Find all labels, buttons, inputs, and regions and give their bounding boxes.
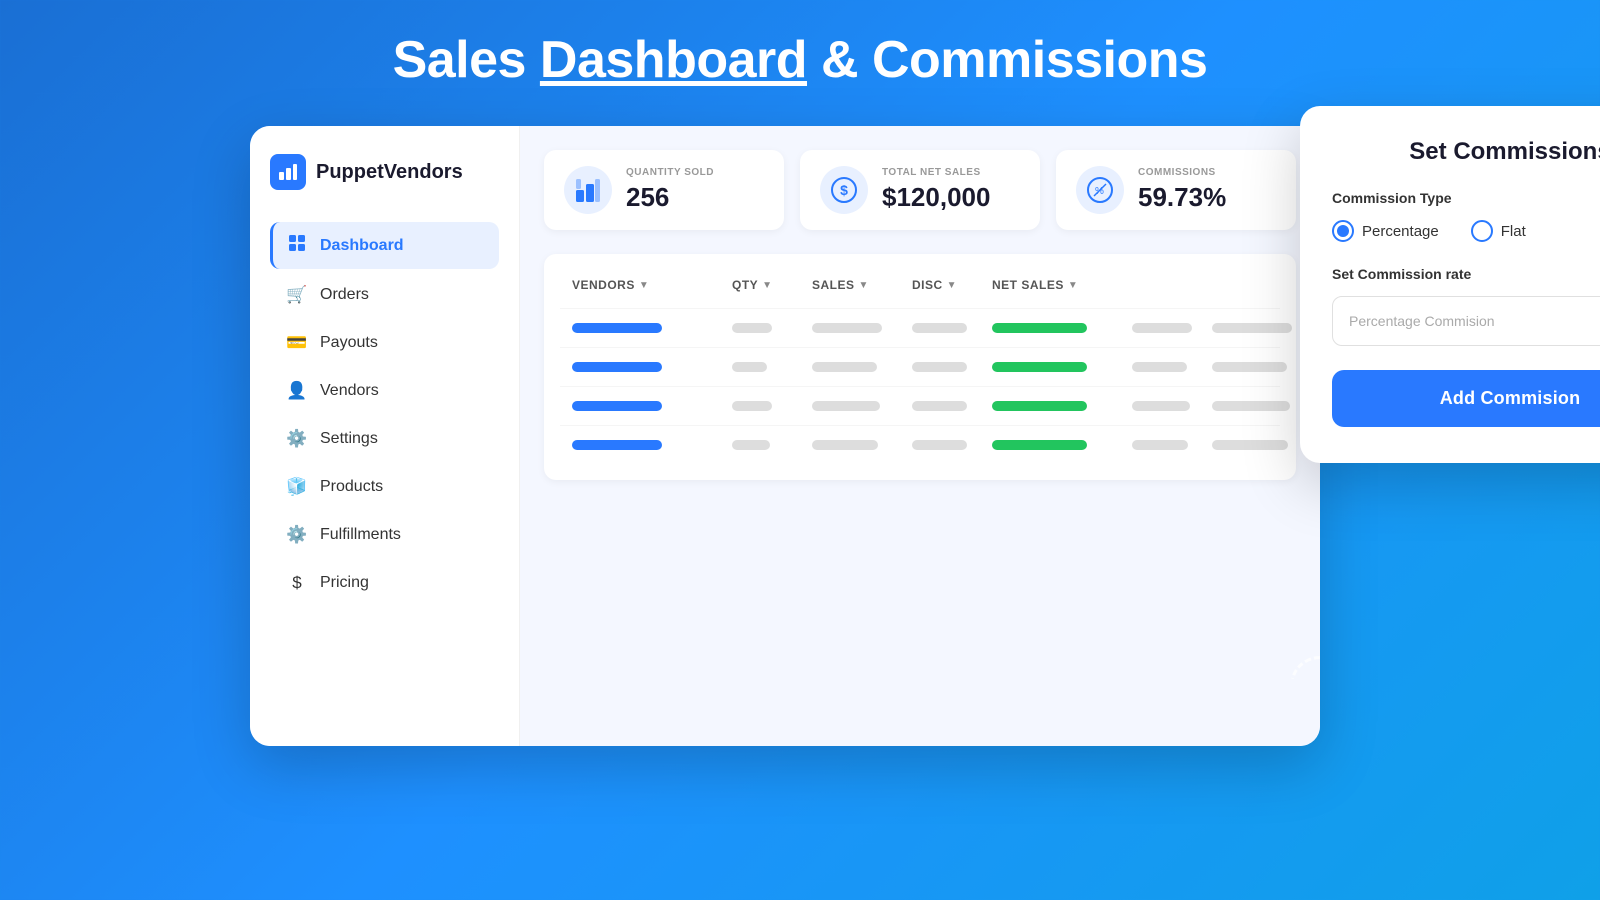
- sidebar-label-pricing: Pricing: [320, 574, 369, 592]
- net-sales-sort-icon: ▼: [1068, 280, 1078, 291]
- qty-icon: [564, 166, 612, 214]
- panel-title: Set Commissions: [1332, 138, 1600, 166]
- sidebar-item-pricing[interactable]: $ Pricing: [270, 561, 499, 605]
- app-window: PuppetVendors Dashboard 🛒 Orders: [250, 126, 1320, 746]
- sidebar-item-vendors[interactable]: 👤 Vendors: [270, 369, 499, 413]
- rate-placeholder: Percentage Commision: [1349, 313, 1495, 329]
- commissions-value: 59.73%: [1138, 182, 1226, 213]
- stat-card-qty: QUANTITY SOLD 256: [544, 150, 784, 230]
- col-net-sales[interactable]: NET SALES ▼: [992, 278, 1132, 292]
- settings-icon: ⚙️: [286, 429, 308, 449]
- vendors-sort-icon: ▼: [639, 280, 649, 291]
- sidebar-item-dashboard[interactable]: Dashboard: [270, 222, 499, 269]
- commission-type-label: Commission Type: [1332, 190, 1600, 206]
- pricing-icon: $: [286, 573, 308, 593]
- svg-text:$: $: [840, 182, 848, 198]
- page-title: Sales Dashboard & Commissions: [393, 30, 1208, 90]
- table-row: [560, 425, 1280, 464]
- sales-icon: $: [820, 166, 868, 214]
- commission-type-group: Percentage Flat: [1332, 220, 1600, 242]
- add-commission-button[interactable]: Add Commision: [1332, 370, 1600, 427]
- table-header: VENDORS ▼ QTY ▼ SALES ▼ DISC ▼: [560, 270, 1280, 300]
- percentage-radio-circle[interactable]: [1332, 220, 1354, 242]
- stat-card-commissions: % COMMISSIONS 59.73%: [1056, 150, 1296, 230]
- sidebar-label-fulfillments: Fulfillments: [320, 526, 401, 544]
- main-content: QUANTITY SOLD 256 $ TOTAL NET SALES $120…: [520, 126, 1320, 746]
- col-sales[interactable]: SALES ▼: [812, 278, 912, 292]
- app-logo-icon: [270, 154, 306, 190]
- qty-value: 256: [626, 182, 714, 213]
- sidebar-label-settings: Settings: [320, 430, 378, 448]
- payouts-icon: 💳: [286, 333, 308, 353]
- logo-row: PuppetVendors: [270, 154, 499, 190]
- radio-percentage[interactable]: Percentage: [1332, 220, 1439, 242]
- dashboard-icon: [286, 234, 308, 257]
- stats-row: QUANTITY SOLD 256 $ TOTAL NET SALES $120…: [544, 150, 1296, 230]
- qty-sort-icon: ▼: [762, 280, 772, 291]
- table-row: [560, 347, 1280, 386]
- sidebar: PuppetVendors Dashboard 🛒 Orders: [250, 126, 520, 746]
- title-highlight: Dashboard: [540, 31, 807, 89]
- sidebar-item-fulfillments[interactable]: ⚙️ Fulfillments: [270, 513, 499, 557]
- disc-sort-icon: ▼: [947, 280, 957, 291]
- commissions-label: COMMISSIONS: [1138, 167, 1226, 178]
- app-name: PuppetVendors: [316, 161, 463, 184]
- stat-sales-info: TOTAL NET SALES $120,000: [882, 167, 990, 213]
- stat-qty-info: QUANTITY SOLD 256: [626, 167, 714, 213]
- sidebar-item-settings[interactable]: ⚙️ Settings: [270, 417, 499, 461]
- sidebar-label-orders: Orders: [320, 286, 369, 304]
- table-row: [560, 386, 1280, 425]
- commission-rate-field[interactable]: Percentage Commision 30% ⬍: [1332, 296, 1600, 346]
- col-7: [1212, 278, 1312, 292]
- orders-icon: 🛒: [286, 285, 308, 305]
- stat-commissions-info: COMMISSIONS 59.73%: [1138, 167, 1226, 213]
- col-6: [1132, 278, 1212, 292]
- sidebar-item-payouts[interactable]: 💳 Payouts: [270, 321, 499, 365]
- flat-radio-circle[interactable]: [1471, 220, 1493, 242]
- col-disc[interactable]: DISC ▼: [912, 278, 992, 292]
- stat-card-sales: $ TOTAL NET SALES $120,000: [800, 150, 1040, 230]
- sidebar-label-payouts: Payouts: [320, 334, 378, 352]
- sidebar-label-products: Products: [320, 478, 383, 496]
- products-icon: 🧊: [286, 477, 308, 497]
- main-container: PuppetVendors Dashboard 🛒 Orders: [250, 126, 1350, 746]
- sidebar-label-dashboard: Dashboard: [320, 237, 404, 255]
- sales-value: $120,000: [882, 182, 990, 213]
- qty-label: QUANTITY SOLD: [626, 167, 714, 178]
- table-row: [560, 308, 1280, 347]
- sales-sort-icon: ▼: [859, 280, 869, 291]
- commissions-stat-icon: %: [1076, 166, 1124, 214]
- data-table: VENDORS ▼ QTY ▼ SALES ▼ DISC ▼: [544, 254, 1296, 480]
- rate-label: Set Commission rate: [1332, 266, 1600, 282]
- col-qty[interactable]: QTY ▼: [732, 278, 812, 292]
- radio-flat[interactable]: Flat: [1471, 220, 1526, 242]
- sidebar-label-vendors: Vendors: [320, 382, 379, 400]
- sidebar-item-orders[interactable]: 🛒 Orders: [270, 273, 499, 317]
- percentage-label: Percentage: [1362, 223, 1439, 240]
- col-vendors[interactable]: VENDORS ▼: [572, 278, 732, 292]
- flat-label: Flat: [1501, 223, 1526, 240]
- sales-label: TOTAL NET SALES: [882, 167, 990, 178]
- fulfillments-icon: ⚙️: [286, 525, 308, 545]
- sidebar-item-products[interactable]: 🧊 Products: [270, 465, 499, 509]
- vendors-icon: 👤: [286, 381, 308, 401]
- commissions-panel: Set Commissions Commission Type Percenta…: [1300, 106, 1600, 463]
